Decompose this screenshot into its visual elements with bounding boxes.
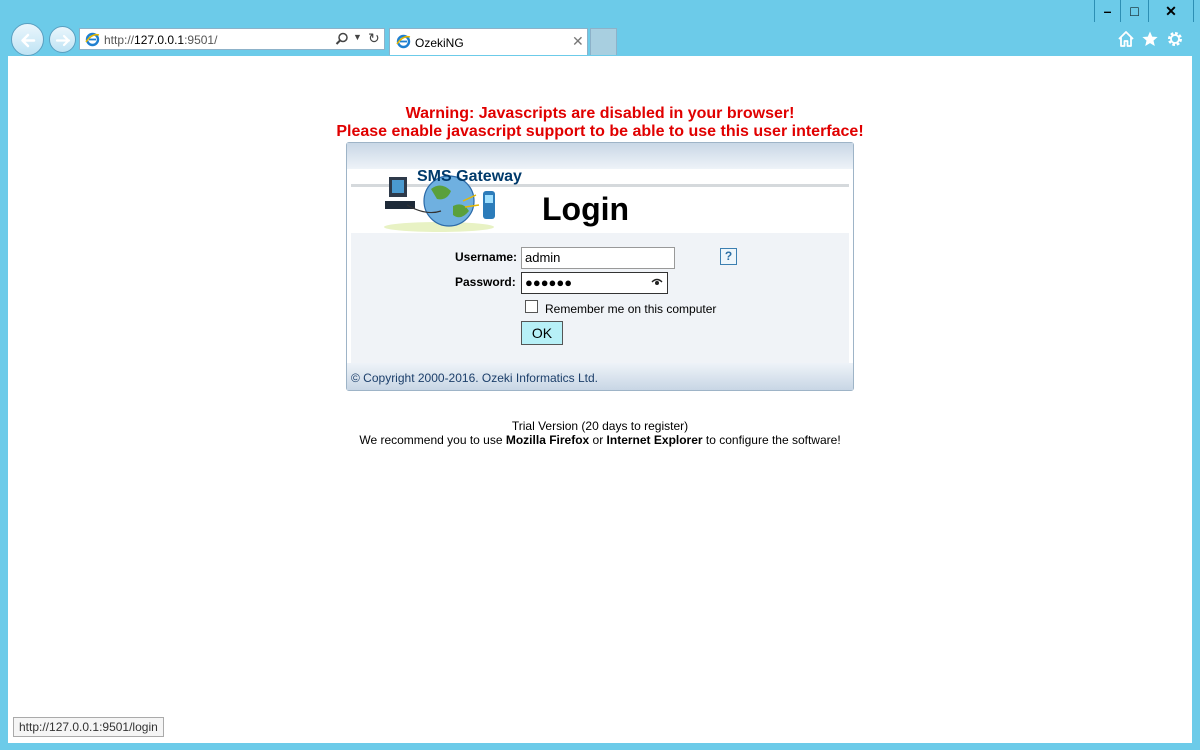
close-icon: ✕ bbox=[1165, 3, 1177, 19]
arrow-right-icon bbox=[55, 34, 71, 47]
firefox-name: Mozilla Firefox bbox=[505, 433, 590, 447]
ok-button[interactable]: OK bbox=[521, 321, 563, 345]
refresh-icon[interactable]: ↻ bbox=[368, 30, 380, 47]
page-viewport: Warning: Javascripts are disabled in you… bbox=[8, 56, 1192, 743]
ie-name: Internet Explorer bbox=[606, 433, 703, 447]
tab-ozeking[interactable]: OzekiNG ✕ bbox=[389, 28, 588, 55]
recommendation-or: or bbox=[589, 433, 607, 447]
username-field[interactable]: admin bbox=[521, 247, 675, 269]
forward-button[interactable] bbox=[49, 26, 76, 53]
login-panel: SMS Gateway Login Username: admin ? Pass… bbox=[346, 142, 854, 391]
browser-recommendation: We recommend you to use Mozilla Firefox … bbox=[8, 433, 1192, 447]
minimize-button[interactable]: – bbox=[1094, 0, 1120, 22]
warning-line-1: Warning: Javascripts are disabled in you… bbox=[405, 105, 795, 122]
login-title: Login bbox=[542, 191, 630, 227]
username-label: Username: bbox=[455, 250, 518, 264]
close-window-button[interactable]: ✕ bbox=[1148, 0, 1194, 22]
browser-chrome: http://127.0.0.1:9501/ ▼ ↻ OzekiNG ✕ – □… bbox=[0, 0, 1200, 56]
gear-icon[interactable] bbox=[1166, 30, 1184, 48]
password-label: Password: bbox=[455, 275, 516, 289]
back-button[interactable] bbox=[11, 23, 44, 56]
star-icon[interactable] bbox=[1141, 30, 1159, 48]
home-icon[interactable] bbox=[1117, 30, 1135, 48]
arrow-left-icon bbox=[21, 33, 36, 48]
trial-version-text: Trial Version (20 days to register) bbox=[511, 419, 689, 433]
login-header: SMS Gateway Login bbox=[351, 168, 849, 233]
tab-title: OzekiNG bbox=[415, 36, 464, 50]
status-bar-url: http://127.0.0.1:9501/login bbox=[13, 717, 164, 737]
login-panel-top bbox=[347, 143, 853, 169]
trial-info: Trial Version (20 days to register) We r… bbox=[8, 419, 1192, 447]
logo-text: SMS Gateway bbox=[417, 168, 522, 185]
help-icon[interactable]: ? bbox=[720, 248, 737, 265]
remember-me-label[interactable]: Remember me on this computer bbox=[545, 302, 716, 316]
copyright-text: © Copyright 2000-2016. Ozeki Informatics… bbox=[351, 371, 598, 385]
chevron-down-icon[interactable]: ▼ bbox=[353, 32, 362, 42]
remember-me-checkbox[interactable] bbox=[525, 300, 538, 313]
maximize-button[interactable]: □ bbox=[1120, 0, 1148, 22]
close-icon[interactable]: ✕ bbox=[572, 33, 584, 50]
maximize-icon: □ bbox=[1130, 3, 1139, 19]
password-field[interactable]: ●●●●●● bbox=[521, 272, 668, 294]
ie-icon bbox=[396, 34, 411, 49]
url-text: http://127.0.0.1:9501/ bbox=[104, 33, 218, 47]
reveal-password-icon[interactable] bbox=[651, 277, 663, 287]
ie-icon bbox=[85, 32, 100, 47]
new-tab-button[interactable] bbox=[590, 28, 617, 55]
recommendation-suffix: to configure the software! bbox=[702, 433, 841, 447]
login-footer: © Copyright 2000-2016. Ozeki Informatics… bbox=[347, 363, 853, 390]
address-bar[interactable]: http://127.0.0.1:9501/ ▼ ↻ bbox=[79, 28, 385, 50]
js-warning: Warning: Javascripts are disabled in you… bbox=[8, 105, 1192, 141]
minimize-icon: – bbox=[1103, 3, 1112, 19]
recommendation-prefix: We recommend you to use bbox=[359, 433, 506, 447]
warning-line-2: Please enable javascript support to be a… bbox=[336, 123, 864, 140]
search-icon[interactable] bbox=[335, 32, 349, 46]
login-form: Username: admin ? Password: ●●●●●● Remem… bbox=[351, 233, 849, 363]
